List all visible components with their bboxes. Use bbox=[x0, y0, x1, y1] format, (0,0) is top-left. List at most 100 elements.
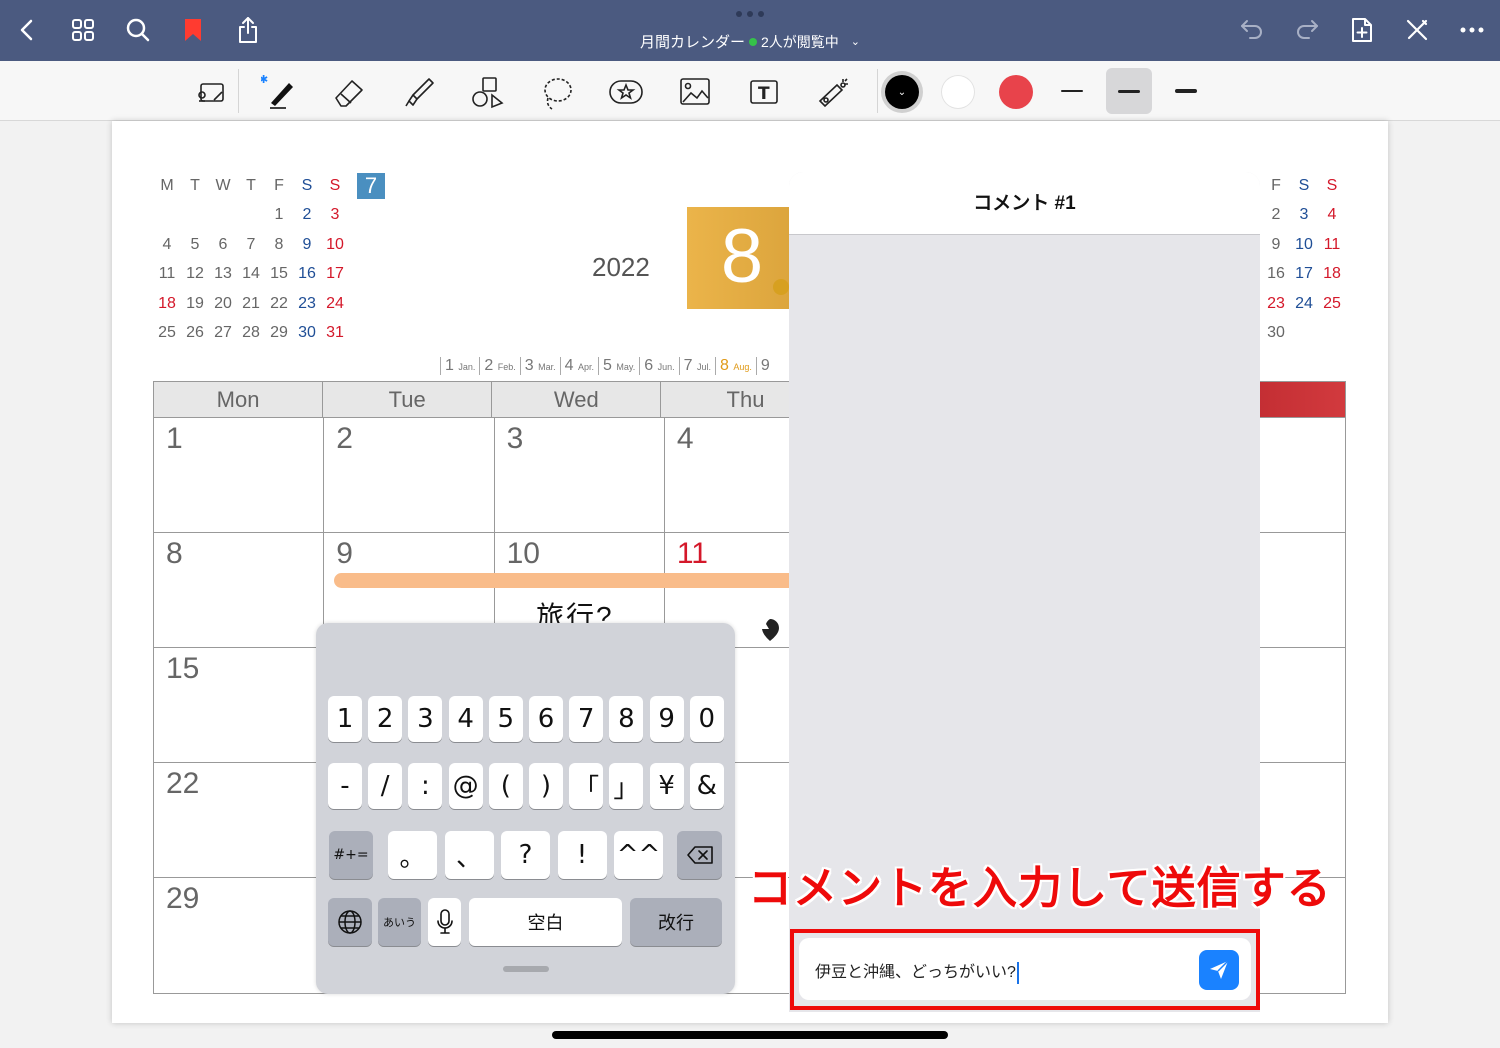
month-tab-number: 1 bbox=[445, 357, 454, 374]
stroke-width-thin[interactable] bbox=[1049, 68, 1095, 114]
home-indicator[interactable] bbox=[552, 1031, 948, 1039]
keyboard-key[interactable]: 9 bbox=[649, 696, 684, 742]
keyboard-key[interactable]: ¥ bbox=[649, 763, 684, 809]
mini-calendar-day: 26 bbox=[186, 324, 204, 342]
pen-tool[interactable]: ✱ bbox=[258, 70, 302, 114]
stroke-width-medium[interactable] bbox=[1106, 68, 1152, 114]
key-kana-toggle[interactable]: あいう bbox=[378, 898, 421, 946]
mini-calendar-day: 3 bbox=[330, 206, 340, 224]
calendar-day-cell[interactable]: 3 bbox=[495, 418, 665, 532]
keyboard-key[interactable]: : bbox=[408, 763, 443, 809]
undo-icon[interactable] bbox=[1236, 14, 1268, 46]
toolbar-divider bbox=[238, 69, 239, 113]
keyboard-key[interactable]: @ bbox=[448, 763, 483, 809]
multitasking-dots[interactable] bbox=[736, 11, 764, 17]
keyboard-key[interactable]: 。 bbox=[388, 831, 437, 879]
stroke-width-thick[interactable] bbox=[1163, 68, 1209, 114]
key-return[interactable]: 改行 bbox=[630, 898, 722, 946]
shapes-tool[interactable] bbox=[465, 70, 509, 114]
keyboard-key[interactable]: 5 bbox=[488, 696, 523, 742]
month-tab[interactable]: 5 May. bbox=[598, 357, 639, 375]
keyboard-key[interactable]: 2 bbox=[368, 696, 403, 742]
month-tab[interactable]: 3 Mar. bbox=[519, 357, 560, 375]
keyboard-key[interactable]: ^^ bbox=[614, 831, 663, 879]
calendar-day-cell[interactable]: 2 bbox=[324, 418, 495, 532]
handwritten-note[interactable]: 旅行? bbox=[536, 599, 614, 623]
keyboard-key[interactable]: ? bbox=[501, 831, 550, 879]
keyboard-key[interactable]: 4 bbox=[448, 696, 483, 742]
color-swatch-white[interactable] bbox=[941, 75, 975, 109]
mini-calendar-week: 9 10 11 bbox=[1262, 230, 1346, 260]
key-space[interactable]: 空白 bbox=[469, 898, 622, 946]
key-dictation[interactable] bbox=[428, 898, 461, 946]
keyboard-key[interactable]: & bbox=[689, 763, 724, 809]
comment-pin-icon[interactable] bbox=[760, 618, 780, 642]
mini-calendar-day: 9 bbox=[302, 235, 312, 253]
pen-off-icon[interactable] bbox=[1401, 14, 1433, 46]
calendar-day-cell[interactable]: 29 bbox=[154, 878, 325, 993]
month-tab[interactable]: 9 bbox=[755, 357, 774, 375]
key-backspace[interactable] bbox=[677, 831, 722, 879]
keyboard-key[interactable]: / bbox=[368, 763, 403, 809]
bluetooth-icon: ✱ bbox=[261, 74, 268, 86]
mini-calendar-day: 22 bbox=[270, 294, 288, 312]
keyboard-key[interactable]: ( bbox=[488, 763, 523, 809]
mini-calendar-day: 6 bbox=[218, 235, 228, 253]
keyboard-key[interactable]: 1 bbox=[328, 696, 362, 742]
key-symbols-toggle[interactable]: #+= bbox=[329, 831, 373, 879]
month-tab[interactable]: 2 Feb. bbox=[479, 357, 519, 375]
eraser-tool[interactable] bbox=[327, 70, 371, 114]
chevron-down-icon[interactable]: ⌄ bbox=[851, 35, 860, 48]
document-title[interactable]: 月間カレンダー 2人が閲覧中 ⌄ bbox=[0, 31, 1500, 52]
keyboard-key[interactable]: 「 bbox=[569, 763, 604, 809]
keyboard-key[interactable]: 3 bbox=[408, 696, 443, 742]
more-icon[interactable] bbox=[1456, 14, 1488, 46]
calendar-day-cell[interactable]: 8 bbox=[154, 533, 325, 647]
read-mode-tool[interactable] bbox=[189, 70, 233, 114]
keyboard-key[interactable]: 6 bbox=[529, 696, 563, 742]
mini-calendar-day: 16 bbox=[1267, 265, 1285, 283]
mini-calendar-day: 24 bbox=[326, 294, 344, 312]
mini-calendar-day: 9 bbox=[1271, 235, 1281, 253]
key-globe[interactable] bbox=[328, 898, 372, 946]
color-swatch-black[interactable]: ⌄ bbox=[885, 75, 919, 109]
mini-calendar-day: 30 bbox=[298, 324, 316, 342]
mini-calendar-week: 11 12 13 14 15 16 17 bbox=[153, 260, 385, 290]
keyboard-key[interactable]: ! bbox=[557, 831, 607, 879]
keyboard-key[interactable]: ) bbox=[529, 763, 563, 809]
mini-calendar-day: 13 bbox=[214, 265, 232, 283]
color-swatch-red[interactable] bbox=[999, 75, 1033, 109]
month-tab-abbr: Jun. bbox=[657, 362, 675, 372]
keyboard-key[interactable]: - bbox=[328, 763, 362, 809]
month-tab[interactable]: 7 Jul. bbox=[678, 357, 715, 375]
highlighter-tool[interactable] bbox=[396, 70, 440, 114]
keyboard-key[interactable]: 、 bbox=[444, 831, 494, 879]
keyboard-key[interactable]: 0 bbox=[689, 696, 724, 742]
mini-calendar-day: 30 bbox=[1267, 324, 1285, 342]
mini-calendar-day: 5 bbox=[190, 235, 200, 253]
add-page-icon[interactable] bbox=[1346, 14, 1378, 46]
mini-calendar-day: 20 bbox=[214, 294, 232, 312]
laser-pointer-tool[interactable] bbox=[812, 70, 856, 114]
keyboard-key[interactable]: 8 bbox=[609, 696, 644, 742]
month-tab[interactable]: 1 Jan. bbox=[440, 357, 479, 375]
keyboard-drag-handle[interactable] bbox=[503, 966, 549, 972]
floating-keyboard: 1234567890 - /: @() 「」 ¥ & #+= 。、?! ^^ あいう 空白 … bbox=[316, 623, 735, 994]
mini-calendar-previous-month: M T W T F S S 7 1 2 3 4 5 6 7 8 9 10 11 12 13 14 15 16 1… bbox=[153, 171, 385, 348]
image-tool[interactable] bbox=[673, 70, 717, 114]
weekday-label: T bbox=[190, 176, 200, 194]
keyboard-key[interactable]: 」 bbox=[609, 763, 644, 809]
calendar-day-cell[interactable]: 1 bbox=[154, 418, 325, 532]
calendar-day-cell[interactable]: 15 bbox=[154, 648, 325, 762]
month-tab-abbr: Jul. bbox=[696, 362, 711, 372]
sticker-tool[interactable] bbox=[604, 70, 648, 114]
month-tab[interactable]: 4 Apr. bbox=[559, 357, 598, 375]
lasso-tool[interactable] bbox=[535, 70, 579, 114]
redo-icon[interactable] bbox=[1291, 14, 1323, 46]
month-tab[interactable]: 8 Aug. bbox=[714, 357, 756, 375]
calendar-day-cell[interactable]: 22 bbox=[154, 763, 325, 877]
month-tab[interactable]: 6 Jun. bbox=[639, 357, 678, 375]
text-tool[interactable]: T bbox=[742, 70, 786, 114]
mini-calendar-day: 8 bbox=[274, 235, 284, 253]
keyboard-key[interactable]: 7 bbox=[569, 696, 604, 742]
